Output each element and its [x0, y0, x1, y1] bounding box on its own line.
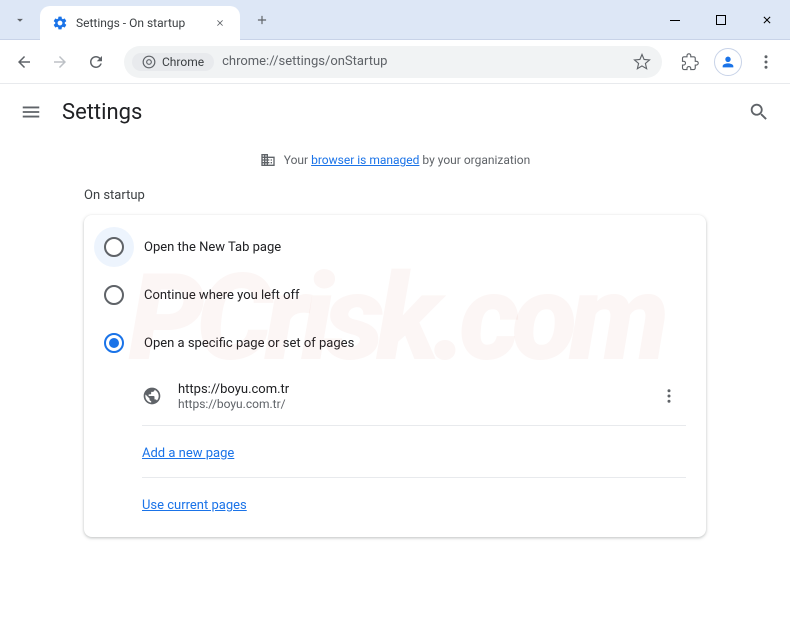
close-window-button[interactable] — [744, 0, 790, 40]
profile-button[interactable] — [714, 48, 742, 76]
address-bar[interactable]: Chrome chrome://settings/onStartup — [124, 46, 662, 78]
startup-page-row: https://boyu.com.tr https://boyu.com.tr/ — [84, 367, 706, 425]
globe-icon — [142, 386, 162, 406]
bookmark-button[interactable] — [630, 50, 654, 74]
person-icon — [720, 54, 736, 70]
settings-header: Settings — [0, 84, 790, 140]
search-icon — [748, 101, 770, 123]
radio-specific[interactable] — [104, 333, 124, 353]
tab-close-button[interactable] — [212, 15, 228, 31]
managed-prefix: Your — [284, 153, 308, 167]
puzzle-icon — [681, 53, 699, 71]
reload-icon — [87, 53, 105, 71]
radio-label: Open the New Tab page — [144, 240, 281, 255]
startup-card: Open the New Tab page Continue where you… — [84, 215, 706, 537]
startup-page-url: https://boyu.com.tr/ — [178, 397, 636, 411]
managed-banner: Your browser is managed by your organiza… — [0, 140, 790, 188]
page-title: Settings — [62, 100, 142, 125]
page-info: https://boyu.com.tr https://boyu.com.tr/ — [178, 382, 636, 411]
menu-icon — [20, 101, 42, 123]
radio-label: Continue where you left off — [144, 288, 300, 303]
page-more-button[interactable] — [652, 379, 686, 413]
managed-link[interactable]: browser is managed — [311, 153, 419, 167]
maximize-icon — [715, 14, 727, 26]
radio-continue[interactable] — [104, 285, 124, 305]
arrow-right-icon — [51, 53, 69, 71]
use-current-row: Use current pages — [84, 478, 706, 529]
menu-button[interactable] — [750, 46, 782, 78]
minimize-icon — [669, 14, 681, 26]
hamburger-menu[interactable] — [20, 101, 42, 123]
chrome-chip[interactable]: Chrome — [132, 53, 214, 71]
search-button[interactable] — [748, 101, 770, 123]
add-page-row: Add a new page — [84, 426, 706, 477]
new-tab-button[interactable] — [248, 6, 276, 34]
window-controls — [652, 0, 790, 40]
use-current-link[interactable]: Use current pages — [142, 498, 247, 513]
add-page-link[interactable]: Add a new page — [142, 446, 234, 461]
browser-toolbar: Chrome chrome://settings/onStartup — [0, 40, 790, 84]
back-button[interactable] — [8, 46, 40, 78]
minimize-button[interactable] — [652, 0, 698, 40]
chrome-chip-label: Chrome — [162, 55, 204, 69]
radio-label: Open a specific page or set of pages — [144, 336, 354, 351]
more-vert-icon — [757, 53, 775, 71]
managed-suffix: by your organization — [422, 153, 530, 167]
startup-page-title: https://boyu.com.tr — [178, 382, 636, 397]
reload-button[interactable] — [80, 46, 112, 78]
option-specific-pages[interactable]: Open a specific page or set of pages — [84, 319, 706, 367]
url-text: chrome://settings/onStartup — [222, 54, 622, 69]
chrome-icon — [142, 55, 156, 69]
chevron-down-icon — [13, 13, 27, 27]
tab-search-dropdown[interactable] — [8, 8, 32, 32]
gear-icon — [52, 15, 68, 31]
content: On startup Open the New Tab page Continu… — [0, 188, 790, 537]
radio-new-tab[interactable] — [104, 237, 124, 257]
extensions-button[interactable] — [674, 46, 706, 78]
more-vert-icon — [660, 387, 678, 405]
tab-title: Settings - On startup — [76, 16, 204, 30]
arrow-left-icon — [15, 53, 33, 71]
plus-icon — [255, 13, 269, 27]
close-icon — [215, 18, 225, 28]
option-new-tab[interactable]: Open the New Tab page — [84, 223, 706, 271]
star-icon — [633, 53, 651, 71]
title-bar: Settings - On startup — [0, 0, 790, 40]
section-label: On startup — [84, 188, 706, 203]
close-icon — [761, 14, 773, 26]
browser-tab[interactable]: Settings - On startup — [40, 6, 240, 40]
domain-icon — [260, 152, 276, 168]
maximize-button[interactable] — [698, 0, 744, 40]
option-continue[interactable]: Continue where you left off — [84, 271, 706, 319]
forward-button[interactable] — [44, 46, 76, 78]
